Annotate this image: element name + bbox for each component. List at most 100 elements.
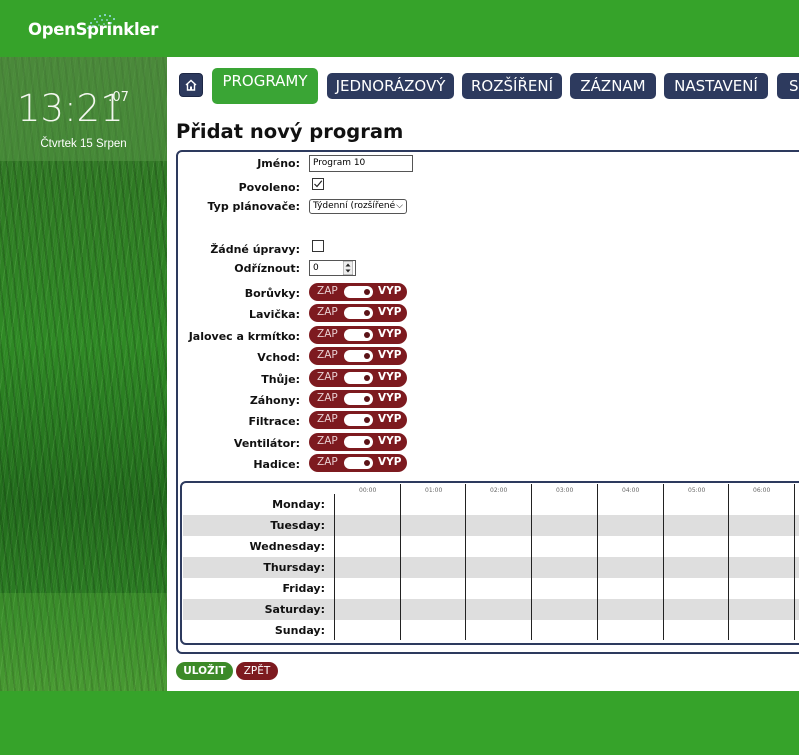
page-title: Přidat nový program (176, 120, 404, 143)
toggle-on-label: ZAP (317, 349, 338, 361)
zone-toggle[interactable]: ZAP VYP (309, 283, 407, 301)
toggle-knob (364, 332, 370, 338)
grass-lower-strip (0, 593, 167, 691)
tab-nastaveni[interactable]: NASTAVENÍ (664, 73, 768, 99)
home-button[interactable] (179, 73, 203, 97)
zone-label: Thůje: (261, 373, 300, 386)
zone-label: Jalovec a krmítko: (188, 330, 300, 343)
toggle-knob (364, 375, 370, 381)
zone-label: Ventilátor: (233, 437, 300, 450)
back-button[interactable]: ZPĚT (236, 662, 278, 680)
day-row: Wednesday: (183, 536, 799, 557)
zone-toggle[interactable]: ZAP VYP (309, 347, 407, 365)
hour-divider (400, 484, 401, 640)
tab-jednorazovy[interactable]: JEDNORÁZOVÝ (327, 73, 454, 99)
enabled-checkbox[interactable] (312, 178, 324, 190)
top-bar: OpenSprinkler (0, 0, 799, 57)
hour-label: 00:00 (359, 487, 377, 494)
tab-rozsireni[interactable]: ROZŠÍŘENÍ (462, 73, 562, 99)
toggle-knob (364, 289, 370, 295)
cutoff-label: Odříznout: (234, 262, 300, 275)
zone-label: Vchod: (257, 351, 300, 364)
checkmark-icon (314, 180, 323, 188)
toggle-switch[interactable] (344, 372, 373, 384)
hour-divider (663, 484, 664, 640)
toggle-state-label: VYP (378, 349, 402, 361)
toggle-switch[interactable] (344, 414, 373, 426)
clock-panel: 13:21 :07 Čtvrtek 15 Srpen (0, 57, 167, 161)
toggle-switch[interactable] (344, 457, 373, 469)
day-label: Thursday: (263, 561, 325, 574)
toggle-state-label: VYP (378, 413, 402, 425)
day-row: Thursday: (183, 557, 799, 578)
hour-divider (465, 484, 466, 640)
toggle-switch[interactable] (344, 286, 373, 298)
hour-label: 06:00 (753, 487, 771, 494)
day-row: Monday: (183, 494, 799, 515)
clock-seconds: :07 (108, 90, 129, 105)
opensprinkler-logo: OpenSprinkler (28, 14, 158, 44)
zone-toggle[interactable]: ZAP VYP (309, 326, 407, 344)
tab-s-truncated[interactable]: S (777, 73, 799, 99)
day-label: Sunday: (274, 624, 325, 637)
toggle-state-label: VYP (378, 371, 402, 383)
hour-label: 01:00 (425, 487, 443, 494)
zone-toggle[interactable]: ZAP VYP (309, 411, 407, 429)
toggle-state-label: VYP (378, 392, 402, 404)
spinner-arrows-icon[interactable] (343, 261, 353, 275)
tab-zaznam[interactable]: ZÁZNAM (570, 73, 656, 99)
zone-label: Záhony: (249, 394, 300, 407)
save-button[interactable]: ULOŽIT (176, 662, 233, 680)
chevron-down-icon: ⌵ (396, 201, 403, 211)
no-adjust-checkbox[interactable] (312, 240, 324, 252)
day-label: Friday: (282, 582, 325, 595)
toggle-state-label: VYP (378, 456, 402, 468)
home-icon (185, 79, 197, 91)
timeline-axis (334, 494, 335, 640)
day-label: Saturday: (264, 603, 325, 616)
hour-label: 02:00 (490, 487, 508, 494)
program-name-input[interactable]: Program 10 (309, 155, 413, 172)
toggle-switch[interactable] (344, 393, 373, 405)
schedule-type-label: Typ plánovače: (207, 200, 300, 213)
clock-date: Čtvrtek 15 Srpen (40, 138, 127, 150)
zone-toggle[interactable]: ZAP VYP (309, 390, 407, 408)
toggle-on-label: ZAP (317, 306, 338, 318)
toggle-on-label: ZAP (317, 456, 338, 468)
toggle-state-label: VYP (378, 285, 402, 297)
zone-toggle[interactable]: ZAP VYP (309, 454, 407, 472)
enabled-label: Povoleno: (238, 181, 300, 194)
zone-label: Hadice: (253, 458, 300, 471)
schedule-type-select[interactable]: Týdenní (rozšířené ⌵ (309, 199, 407, 214)
zone-label: Filtrace: (248, 415, 300, 428)
toggle-switch[interactable] (344, 350, 373, 362)
no-adjust-label: Žádné úpravy: (210, 243, 300, 256)
day-row: Sunday: (183, 620, 799, 641)
name-label: Jméno: (257, 157, 300, 170)
toggle-switch[interactable] (344, 329, 373, 341)
hour-label: 04:00 (622, 487, 640, 494)
zone-toggle[interactable]: ZAP VYP (309, 369, 407, 387)
zone-toggle[interactable]: ZAP VYP (309, 433, 407, 451)
day-label: Monday: (272, 498, 325, 511)
day-row: Friday: (183, 578, 799, 599)
toggle-on-label: ZAP (317, 392, 338, 404)
main-nav: PROGRAMY JEDNORÁZOVÝ ROZŠÍŘENÍ ZÁZNAM NA… (179, 68, 799, 104)
toggle-knob (364, 460, 370, 466)
tab-programy[interactable]: PROGRAMY (212, 68, 318, 104)
zone-toggle[interactable]: ZAP VYP (309, 304, 407, 322)
toggle-state-label: VYP (378, 306, 402, 318)
toggle-state-label: VYP (378, 435, 402, 447)
sprinkler-spray-icon (87, 14, 115, 29)
toggle-knob (364, 396, 370, 402)
toggle-switch[interactable] (344, 436, 373, 448)
day-label: Tuesday: (270, 519, 325, 532)
day-label: Wednesday: (249, 540, 325, 553)
toggle-on-label: ZAP (317, 413, 338, 425)
day-row: Saturday: (183, 599, 799, 620)
toggle-on-label: ZAP (317, 328, 338, 340)
toggle-switch[interactable] (344, 307, 373, 319)
toggle-on-label: ZAP (317, 285, 338, 297)
zone-label: Borůvky: (244, 287, 300, 300)
hour-divider (531, 484, 532, 640)
